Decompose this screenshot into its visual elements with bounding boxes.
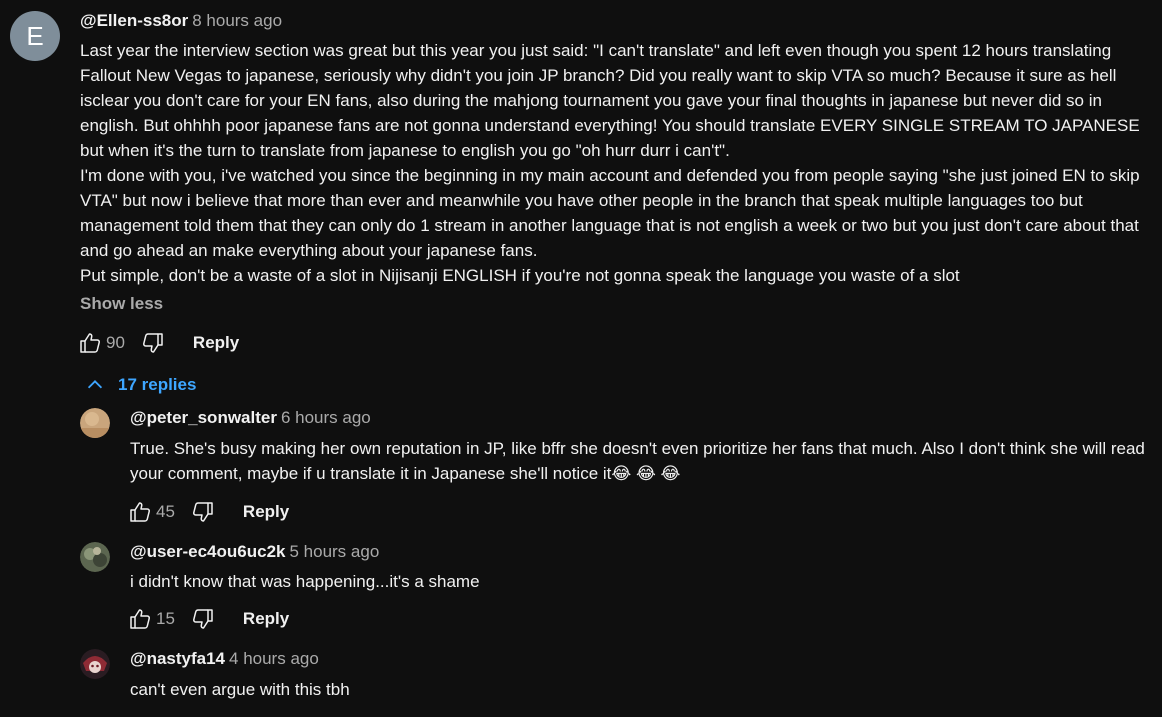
comment-body: Last year the interview section was grea…: [80, 38, 1155, 288]
comment-paragraph: Last year the interview section was grea…: [80, 41, 1140, 160]
comment-time[interactable]: 8 hours ago: [192, 11, 282, 30]
avatar[interactable]: [80, 649, 110, 679]
thumbs-down-icon[interactable]: [139, 329, 167, 357]
like-count: 90: [106, 333, 125, 352]
comment-header: @user-ec4ou6uc2k 5 hours ago: [130, 542, 379, 562]
chevron-up-icon: [87, 380, 103, 389]
replies-toggle[interactable]: 17 replies: [84, 374, 196, 396]
avatar-letter: E: [26, 20, 44, 51]
comment-body: can't even argue with this tbh: [130, 680, 350, 699]
comment-time[interactable]: 5 hours ago: [289, 542, 379, 561]
comment-time[interactable]: 4 hours ago: [229, 649, 319, 668]
thumbs-up-icon[interactable]: [76, 329, 104, 357]
comment-header: @peter_sonwalter 6 hours ago: [130, 408, 371, 428]
thumbs-down-icon[interactable]: [189, 605, 217, 633]
comment-author[interactable]: @peter_sonwalter: [130, 408, 277, 427]
comment-body: i didn't know that was happening...it's …: [130, 572, 480, 591]
reply-button[interactable]: Reply: [243, 609, 289, 629]
comment-paragraph: I'm done with you, i've watched you sinc…: [80, 166, 1140, 260]
reply-button[interactable]: Reply: [193, 333, 239, 353]
replies-count-label: 17 replies: [118, 375, 197, 394]
comment-header: @Ellen-ss8or 8 hours ago: [80, 11, 282, 31]
thumbs-up-icon[interactable]: [126, 605, 154, 633]
comment-actions: 90 Reply: [76, 329, 239, 357]
comment-actions: 45 Reply: [126, 498, 289, 526]
avatar[interactable]: [80, 542, 110, 572]
comment-body: True. She's busy making her own reputati…: [130, 439, 1145, 483]
like-count: 45: [156, 502, 175, 521]
avatar[interactable]: [80, 408, 110, 438]
reply-button[interactable]: Reply: [243, 502, 289, 522]
comment-actions: 15 Reply: [126, 605, 289, 633]
thumbs-up-icon[interactable]: [126, 498, 154, 526]
comment-paragraph: Put simple, don't be a waste of a slot i…: [80, 266, 960, 285]
comment-time[interactable]: 6 hours ago: [281, 408, 371, 427]
comments-section: E @Ellen-ss8or 8 hours ago Last year the …: [0, 0, 1162, 717]
like-count: 15: [156, 609, 175, 628]
thumbs-down-icon[interactable]: [189, 498, 217, 526]
avatar[interactable]: E: [10, 11, 60, 61]
comment-author[interactable]: @nastyfa14: [130, 649, 225, 668]
comment-header: @nastyfa14 4 hours ago: [130, 649, 319, 669]
comment-author[interactable]: @user-ec4ou6uc2k: [130, 542, 285, 561]
comment-author[interactable]: @Ellen-ss8or: [80, 11, 188, 30]
show-less-button[interactable]: Show less: [80, 294, 163, 314]
